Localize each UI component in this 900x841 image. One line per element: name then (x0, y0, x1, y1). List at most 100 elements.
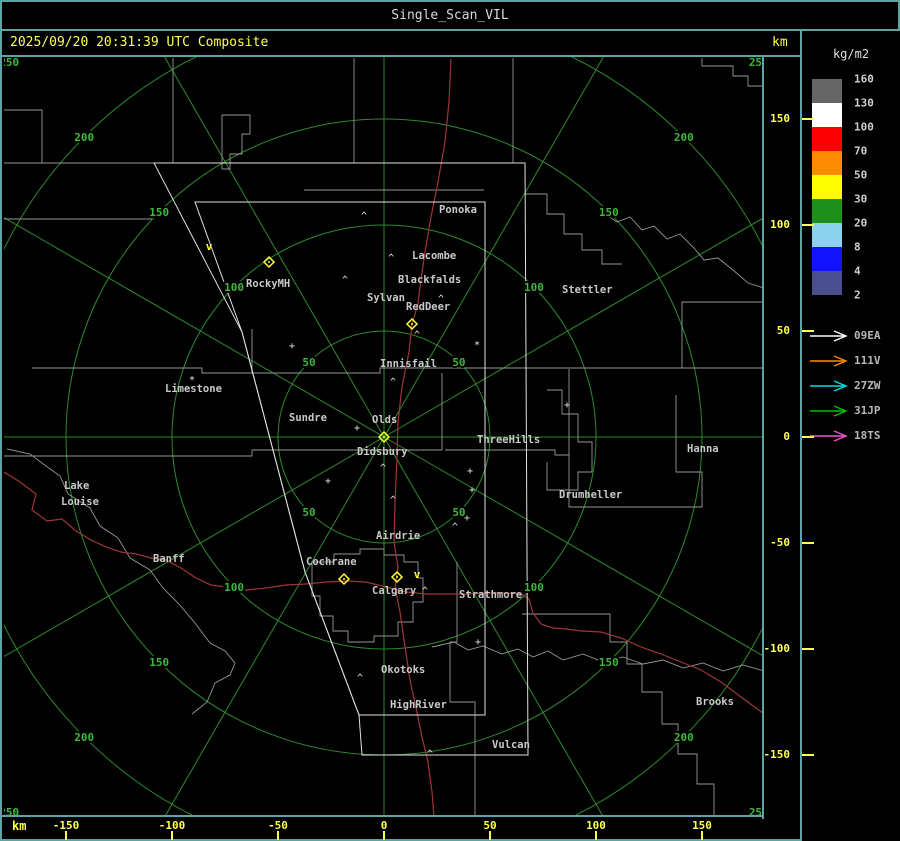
cell-vector-icon: v (206, 240, 213, 253)
town-caret-marker: ^ (361, 211, 367, 222)
x-tick-mark (65, 831, 67, 840)
legend-value-min: 2 (854, 288, 861, 302)
azimuth-line-120 (164, 57, 385, 438)
city-label-threehills: ThreeHills (477, 434, 540, 446)
county-boundary (568, 369, 703, 508)
town-caret-marker: ^ (452, 522, 458, 533)
city-label-airdrie: Airdrie (376, 530, 420, 542)
ring-label-250: 250 (749, 57, 762, 69)
legend-radar-18TS: 18TS (802, 429, 900, 443)
legend-swatch-8 (812, 247, 842, 271)
ring-label-150: 150 (149, 656, 169, 669)
x-axis-unit: km (12, 819, 27, 833)
radar-site-dot (396, 576, 398, 578)
legend-swatch-70 (812, 151, 842, 175)
x-tick-mark (595, 831, 597, 840)
legend-swatch-100 (812, 127, 842, 151)
azimuth-line-60 (383, 57, 604, 438)
county-boundary (522, 613, 715, 815)
y-tick-mark (802, 436, 814, 438)
y-tick-mark (802, 542, 814, 544)
x-tick-mark (171, 831, 173, 840)
x-tick-mark (277, 831, 279, 840)
ring-label-100: 100 (524, 581, 544, 594)
radar-id-label: 18TS (854, 429, 881, 442)
title-bar: Single_Scan_VIL (2, 2, 898, 28)
ring-label-100: 100 (524, 281, 544, 294)
legend-value-130: 130 (854, 96, 874, 110)
legend-radar-111V: 111V (802, 354, 900, 368)
legend-swatch-20 (812, 223, 842, 247)
town-plus-marker: + (469, 485, 475, 496)
azimuth-line-240 (165, 436, 385, 815)
town-caret-marker: ^ (342, 275, 348, 286)
town-plus-marker: + (289, 341, 295, 352)
legend-value-70: 70 (854, 144, 868, 158)
radar-site-dot (411, 323, 413, 325)
county-boundary (6, 448, 236, 715)
window-title: Single_Scan_VIL (391, 7, 509, 23)
ring-label-50: 50 (302, 506, 315, 519)
town-plus-marker: + (564, 400, 570, 411)
cell-vector-icon: v (414, 568, 421, 581)
radar-id-label: 09EA (854, 329, 881, 342)
town-caret-marker: ^ (438, 294, 444, 305)
city-label-olds: Olds (372, 414, 397, 426)
azimuth-line-330 (383, 436, 762, 656)
y-tick-label--150: -150 (763, 748, 791, 761)
ring-label-200: 200 (74, 131, 94, 144)
city-label-sylvan: Sylvan (367, 292, 405, 304)
legend-radar-09EA: 09EA (802, 329, 900, 343)
azimuth-line-150 (4, 217, 385, 438)
city-label-calgary: Calgary (372, 585, 417, 597)
city-label-hanna: Hanna (687, 443, 719, 455)
timestamp: 2025/09/20 20:31:39 UTC Composite (10, 35, 269, 50)
radar-site-dot (268, 261, 270, 263)
city-label-okotoks: Okotoks (381, 664, 425, 676)
city-label-sundre: Sundre (289, 412, 327, 424)
city-label-highriver: HighRiver (390, 699, 447, 711)
city-label-ponoka: Ponoka (439, 204, 477, 216)
y-tick-label-0: 0 (783, 430, 790, 443)
legend-swatch-160 (812, 79, 842, 103)
town-plus-marker: + (325, 476, 331, 487)
city-label-drumheller: Drumheller (559, 489, 622, 501)
radar-map[interactable]: PonokaLacombeBlackfaldsSylvanRedDeerInni… (4, 57, 762, 815)
radar-site-dot (383, 436, 385, 438)
radar-site-dot (343, 578, 345, 580)
ring-label-250: 250 (4, 806, 19, 815)
y-tick-mark (802, 648, 814, 650)
town-caret-marker: ^ (414, 330, 420, 341)
legend-value-20: 20 (854, 216, 868, 230)
city-label-rockymh: RockyMH (246, 278, 290, 290)
y-tick-label-150: 150 (770, 112, 790, 125)
legend-radar-27ZW: 27ZW (802, 379, 900, 393)
ring-label-100: 100 (224, 581, 244, 594)
county-boundary (525, 193, 622, 265)
legend-swatch-4 (812, 271, 842, 295)
y-tick-label--50: -50 (770, 536, 790, 549)
radar-arrow-icon (810, 355, 848, 367)
town-caret-marker: ^ (357, 673, 363, 684)
y-tick-label-50: 50 (776, 324, 790, 337)
city-label-innisfail: Innisfail (380, 358, 437, 370)
ring-label-50: 50 (452, 356, 465, 369)
radar-id-label: 31JP (854, 404, 881, 417)
town-asterisk-marker: * (189, 375, 195, 386)
town-caret-marker: ^ (427, 749, 433, 760)
y-tick-mark (802, 224, 814, 226)
ring-label-50: 50 (452, 506, 465, 519)
town-caret-marker: ^ (422, 586, 428, 597)
ring-label-100: 100 (224, 281, 244, 294)
city-label-lacombe: Lacombe (412, 250, 456, 262)
legend-unit-label: kg/m2 (832, 47, 870, 61)
legend-value-4: 4 (854, 264, 861, 278)
ring-label-200: 200 (674, 131, 694, 144)
legend-swatch-30 (812, 199, 842, 223)
x-tick-mark (701, 831, 703, 840)
y-axis: 150 100 50 0 -50 -100 -150 (762, 57, 814, 815)
radar-arrow-icon (810, 430, 848, 442)
legend-value-160: 160 (854, 72, 874, 86)
town-caret-marker: ^ (390, 495, 396, 506)
legend-value-100: 100 (854, 120, 874, 134)
